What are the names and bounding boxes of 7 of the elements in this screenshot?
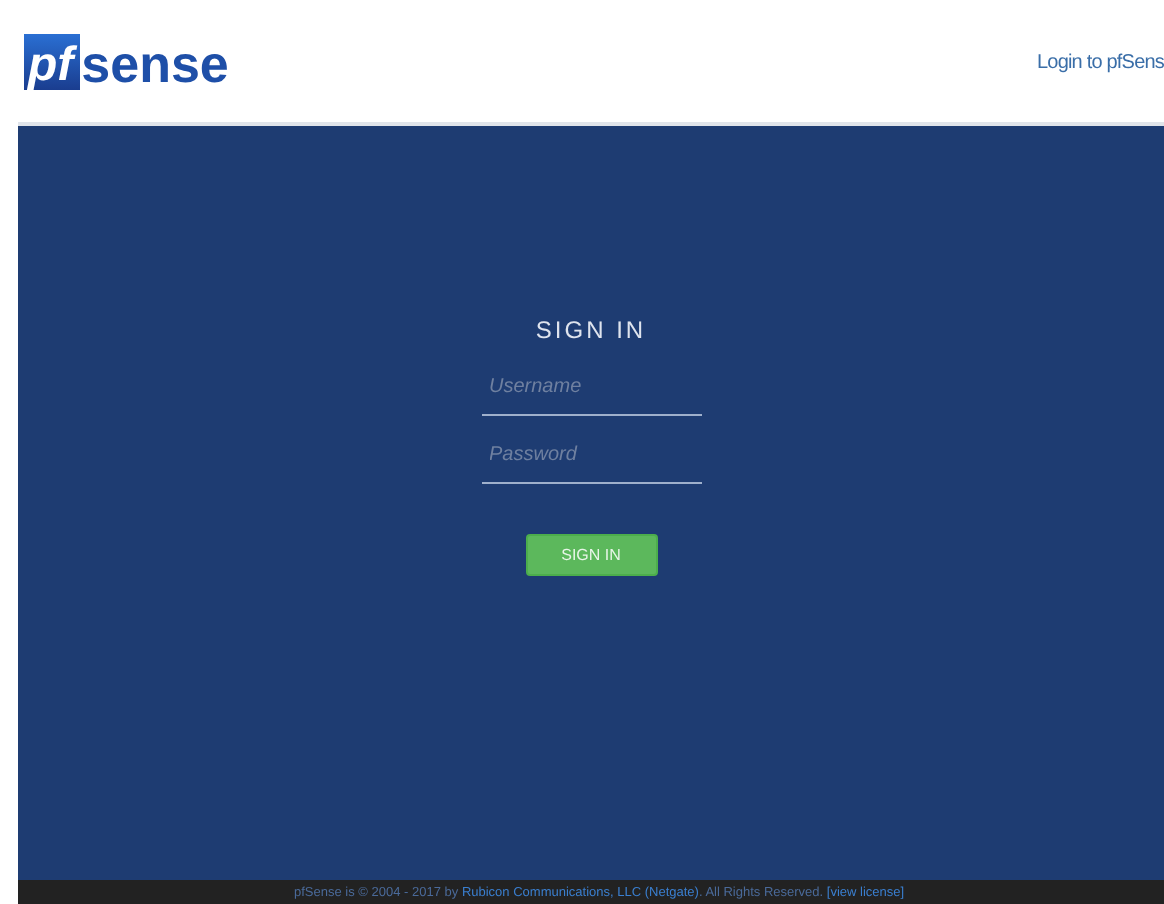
logo-text: sense	[81, 37, 229, 89]
login-link[interactable]: Login to pfSens	[1037, 52, 1164, 74]
input-field[interactable]: Password	[481, 436, 701, 484]
sign-in-button[interactable]: SIGN IN	[525, 534, 657, 576]
input-field[interactable]: Username	[481, 368, 701, 416]
sign-in-title: SIGN IN	[535, 316, 647, 344]
logo-mark: pf	[24, 33, 80, 89]
